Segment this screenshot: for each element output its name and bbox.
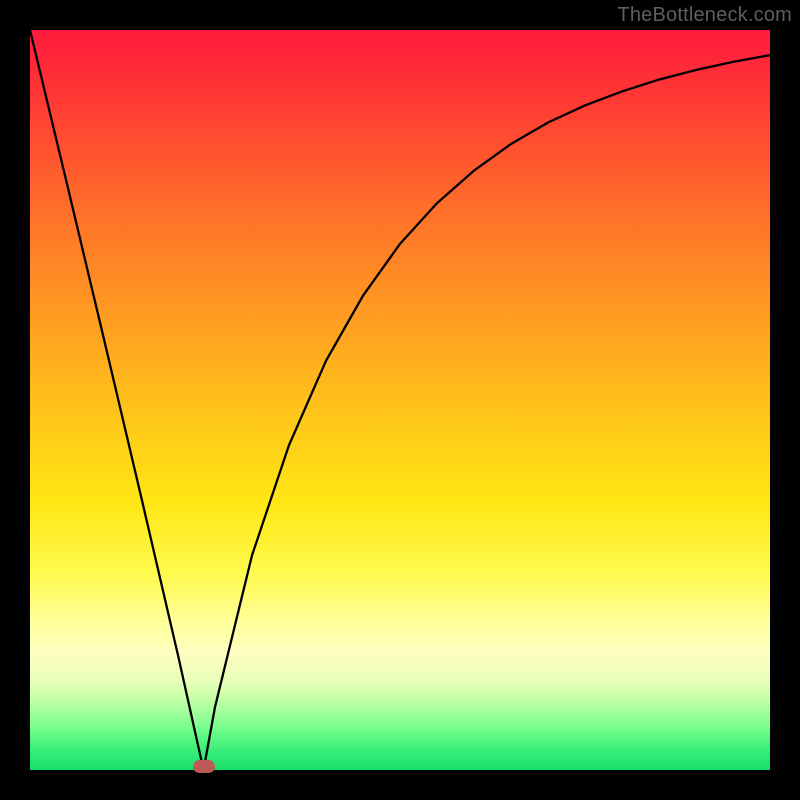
chart-frame: TheBottleneck.com (0, 0, 800, 800)
watermark-text: TheBottleneck.com (617, 4, 792, 27)
chart-min-marker (193, 760, 215, 773)
chart-plot-area (30, 30, 770, 770)
